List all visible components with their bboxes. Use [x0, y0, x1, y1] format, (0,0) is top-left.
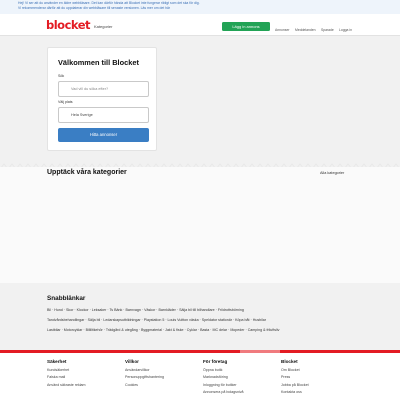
post-ad-button[interactable]: Lägg in annons: [222, 22, 270, 31]
place-label: Välj plats: [58, 100, 73, 104]
site-header: blocket Kategorier Lägg in annons Annons…: [0, 14, 400, 36]
footer-link[interactable]: Jobba på Blocket: [281, 382, 351, 390]
quick-link[interactable]: Barnkläder: [159, 308, 176, 312]
categories-section: Upptäck våra kategorier Alla kategorier: [0, 167, 400, 283]
categories-title: Upptäck våra kategorier: [47, 169, 127, 176]
quick-link[interactable]: Camping & friluftsliv: [248, 328, 280, 332]
footer-column-title: Blocket: [281, 359, 298, 364]
header-link-meddelanden[interactable]: Meddelanden: [295, 28, 316, 32]
site-footer: Säkerhet Kundsäkerhet Falska mail Använd sä…: [0, 353, 400, 400]
footer-link[interactable]: Användarvillkor: [125, 367, 195, 375]
quick-link[interactable]: Jakt & fiske: [165, 328, 183, 332]
footer-column-title: För företag: [203, 359, 228, 364]
place-select[interactable]: Hela Sverige: [58, 107, 149, 123]
welcome-search-card: Välkommen till Blocket Sök Vad vill du s…: [47, 47, 157, 151]
footer-col-villkor: Villkor Användarvillkor Personuppgiftshant…: [125, 359, 195, 389]
search-placeholder: Vad vill du söka efter?: [71, 87, 109, 91]
quick-link[interactable]: Ledarskapsutbildningar: [103, 318, 140, 322]
quick-link[interactable]: Barnvagn: [126, 308, 141, 312]
footer-link[interactable]: Falska mail: [47, 374, 117, 382]
header-link-sparade[interactable]: Sparade: [321, 28, 334, 32]
quick-links-row-2: Tandvårdsbehandlingar · Sälja bil · Leda…: [47, 315, 362, 325]
search-input[interactable]: Vad vill du söka efter?: [58, 81, 149, 97]
footer-link[interactable]: Använd säkraste reklam: [47, 382, 117, 390]
footer-link[interactable]: Kundsäkerhet: [47, 367, 117, 375]
place-value: Hela Sverige: [71, 113, 93, 117]
quick-link[interactable]: Sälja bil: [88, 318, 101, 322]
quick-link[interactable]: Hund: [54, 308, 63, 312]
quick-link[interactable]: Cyklar: [187, 328, 197, 332]
footer-link[interactable]: Cookies: [125, 382, 195, 390]
footer-link[interactable]: Inloggning för butiker: [203, 382, 273, 390]
footer-link[interactable]: Personuppgiftshantering: [125, 374, 195, 382]
footer-column-title: Säkerhet: [47, 359, 67, 364]
quick-links-row-3: Lastbilar · Motorcyklar · Billiltikehör …: [47, 325, 362, 335]
quick-link[interactable]: Ts Bänk: [110, 308, 123, 312]
find-ads-button[interactable]: Hitta annonser: [58, 128, 149, 142]
footer-link[interactable]: Kontakta oss: [281, 389, 351, 397]
quick-link[interactable]: Leksaker: [92, 308, 107, 312]
quick-link[interactable]: Köpa båt: [235, 318, 249, 322]
quick-link[interactable]: Tandvårdsbehandlingar: [47, 318, 84, 322]
quick-link[interactable]: MC delar: [213, 328, 228, 332]
footer-link[interactable]: Om Blocket: [281, 367, 351, 375]
quick-link[interactable]: Väskor: [144, 308, 155, 312]
welcome-title: Välkommen till Blocket: [58, 58, 139, 67]
quick-link[interactable]: Byggmaterial: [141, 328, 162, 332]
quick-links-title: Snabblänkar: [47, 295, 86, 302]
quick-link[interactable]: Billiltikehör: [86, 328, 103, 332]
quick-link[interactable]: Mopeder: [230, 328, 244, 332]
quick-link[interactable]: Motorcyklar: [64, 328, 83, 332]
footer-column-title: Villkor: [125, 359, 139, 364]
quick-link[interactable]: Playstation 5: [144, 318, 165, 322]
quick-link[interactable]: Louis Vuitton väska: [168, 318, 199, 322]
browser-notice: Hej! Vi ser att du använder en äldre web…: [0, 0, 400, 14]
header-link-logga-in[interactable]: Logga in: [339, 28, 352, 32]
footer-link[interactable]: Marknadsföring: [203, 374, 273, 382]
quick-link[interactable]: Sälja bil till bilhandlare: [179, 308, 215, 312]
notice-line-2[interactable]: Vi rekommenderar därför att du uppdatera…: [18, 6, 382, 11]
quick-link[interactable]: Klockor: [77, 308, 89, 312]
footer-col-sakerhet: Säkerhet Kundsäkerhet Falska mail Använd sä…: [47, 359, 117, 389]
footer-link[interactable]: Öppna butik: [203, 367, 273, 375]
all-categories-link[interactable]: Alla kategorier: [320, 171, 344, 175]
quick-link[interactable]: Basta: [200, 328, 209, 332]
search-label: Sök: [58, 74, 65, 78]
quick-link[interactable]: Friidrottsbörning: [218, 308, 244, 312]
quick-links-section: Snabblänkar Bil · Hund · Skor · Klockor …: [0, 289, 400, 349]
nav-kategorier-link[interactable]: Kategorier: [94, 24, 112, 29]
quick-link[interactable]: Husbilar: [253, 318, 266, 322]
footer-link[interactable]: Annonsera på bolagsnivå: [203, 389, 273, 397]
quick-link[interactable]: Trädgård & utegång: [106, 328, 138, 332]
footer-col-blocket: Blocket Om Blocket Press Jobba på Blocket Ko…: [281, 359, 351, 397]
footer-link[interactable]: Press: [281, 374, 351, 382]
quick-links-row-1: Bil · Hund · Skor · Klockor · Leksaker ·…: [47, 305, 362, 315]
header-link-annonser[interactable]: Annonser: [275, 28, 290, 32]
quick-link[interactable]: Speldator stationär: [202, 318, 232, 322]
blocket-logo[interactable]: blocket: [46, 19, 91, 31]
quick-link[interactable]: Lastbilar: [47, 328, 61, 332]
footer-col-for-foretag: För företag Öppna butik Marknadsföring Inlo…: [203, 359, 273, 397]
